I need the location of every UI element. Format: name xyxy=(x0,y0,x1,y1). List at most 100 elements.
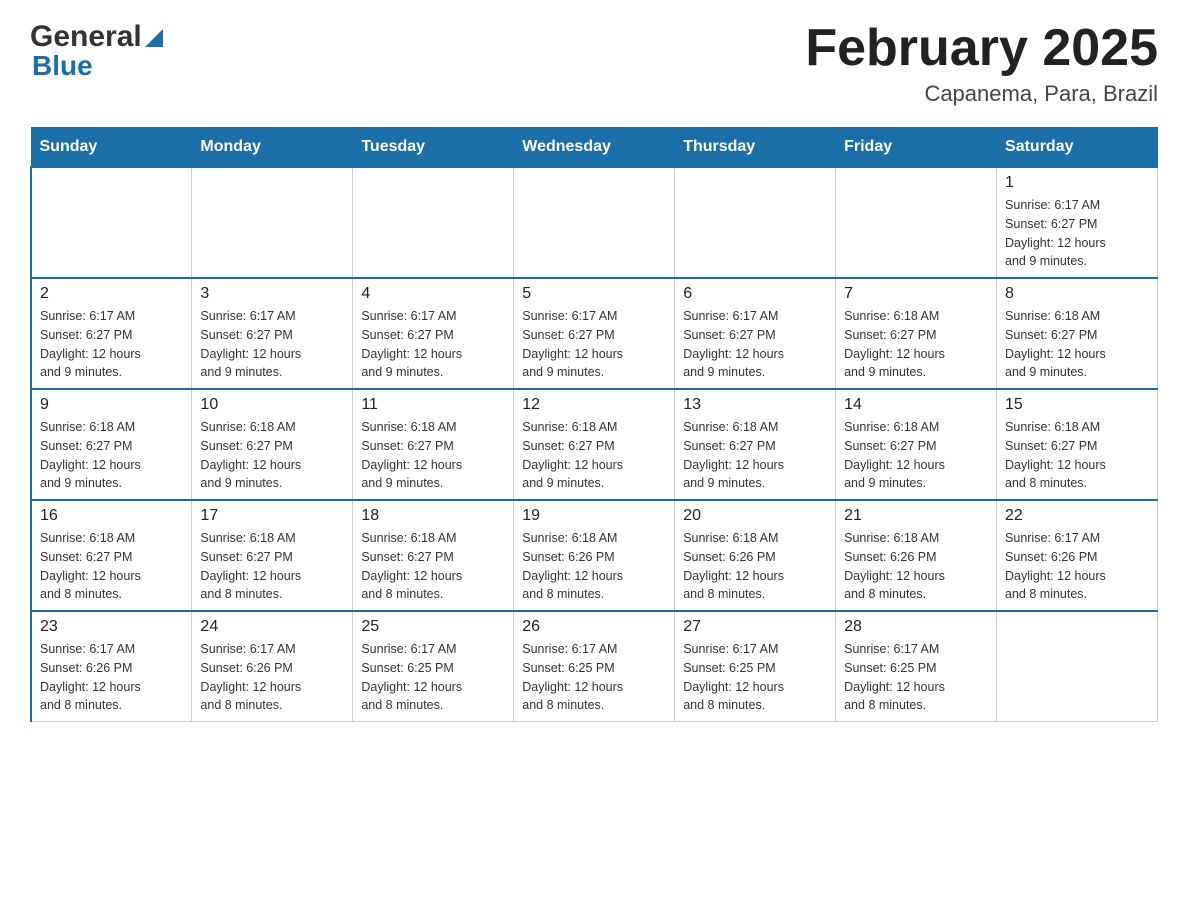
calendar-cell: 10 Sunrise: 6:18 AMSunset: 6:27 PMDayligh… xyxy=(192,389,353,500)
calendar-cell: 17Sunrise: 6:18 AMSunset: 6:27 PMDayligh… xyxy=(192,500,353,611)
calendar-week-row: 9Sunrise: 6:18 AMSunset: 6:27 PMDaylight… xyxy=(31,389,1158,500)
day-info: Sunrise: 6:18 AMSunset: 6:27 PMDaylight:… xyxy=(40,529,183,604)
day-number: 14 xyxy=(844,396,988,414)
page-header: General Blue February 2025 Capanema, Par… xyxy=(30,20,1158,107)
title-section: February 2025 Capanema, Para, Brazil xyxy=(805,20,1158,107)
day-number: 20 xyxy=(683,507,827,525)
calendar-cell xyxy=(31,167,192,278)
col-thursday: Thursday xyxy=(675,128,836,168)
day-info: Sunrise: 6:17 AMSunset: 6:25 PMDaylight:… xyxy=(844,640,988,715)
col-wednesday: Wednesday xyxy=(514,128,675,168)
calendar-cell: 4Sunrise: 6:17 AMSunset: 6:27 PMDaylight… xyxy=(353,278,514,389)
calendar-cell xyxy=(836,167,997,278)
calendar-cell: 7Sunrise: 6:18 AMSunset: 6:27 PMDaylight… xyxy=(836,278,997,389)
day-number: 16 xyxy=(40,507,183,525)
day-info: Sunrise: 6:18 AMSunset: 6:27 PMDaylight:… xyxy=(361,418,505,493)
day-info: Sunrise: 6:18 AMSunset: 6:26 PMDaylight:… xyxy=(522,529,666,604)
day-number: 3 xyxy=(200,285,344,303)
day-info: Sunrise: 6:17 AMSunset: 6:27 PMDaylight:… xyxy=(200,307,344,382)
col-tuesday: Tuesday xyxy=(353,128,514,168)
calendar-cell: 27 Sunrise: 6:17 AMSunset: 6:25 PMDayligh… xyxy=(675,611,836,722)
calendar-cell: 12 Sunrise: 6:18 AMSunset: 6:27 PMDayligh… xyxy=(514,389,675,500)
logo-blue-text: Blue xyxy=(32,50,163,82)
calendar-cell: 15 Sunrise: 6:18 AMSunset: 6:27 PMDayligh… xyxy=(997,389,1158,500)
day-number: 21 xyxy=(844,507,988,525)
day-info: Sunrise: 6:18 AMSunset: 6:26 PMDaylight:… xyxy=(844,529,988,604)
calendar-cell: 28 Sunrise: 6:17 AMSunset: 6:25 PMDayligh… xyxy=(836,611,997,722)
day-number: 12 xyxy=(522,396,666,414)
day-number: 7 xyxy=(844,285,988,303)
calendar-cell: 8 Sunrise: 6:18 AMSunset: 6:27 PMDaylight… xyxy=(997,278,1158,389)
calendar-cell: 1 Sunrise: 6:17 AMSunset: 6:27 PMDaylight… xyxy=(997,167,1158,278)
day-number: 28 xyxy=(844,618,988,636)
calendar-week-row: 1 Sunrise: 6:17 AMSunset: 6:27 PMDaylight… xyxy=(31,167,1158,278)
calendar-cell: 13 Sunrise: 6:18 AMSunset: 6:27 PMDayligh… xyxy=(675,389,836,500)
calendar-cell xyxy=(353,167,514,278)
calendar-cell xyxy=(192,167,353,278)
day-number: 24 xyxy=(200,618,344,636)
day-number: 2 xyxy=(40,285,183,303)
calendar-cell xyxy=(514,167,675,278)
day-info: Sunrise: 6:18 AMSunset: 6:27 PMDaylight:… xyxy=(40,418,183,493)
logo: General Blue xyxy=(30,20,163,82)
day-number: 13 xyxy=(683,396,827,414)
calendar-cell xyxy=(997,611,1158,722)
day-number: 25 xyxy=(361,618,505,636)
day-number: 4 xyxy=(361,285,505,303)
calendar-cell: 11 Sunrise: 6:18 AMSunset: 6:27 PMDayligh… xyxy=(353,389,514,500)
month-year-title: February 2025 xyxy=(805,20,1158,77)
day-info: Sunrise: 6:18 AMSunset: 6:27 PMDaylight:… xyxy=(844,418,988,493)
calendar-week-row: 23 Sunrise: 6:17 AMSunset: 6:26 PMDayligh… xyxy=(31,611,1158,722)
day-number: 23 xyxy=(40,618,183,636)
calendar-cell: 21 Sunrise: 6:18 AMSunset: 6:26 PMDayligh… xyxy=(836,500,997,611)
col-saturday: Saturday xyxy=(997,128,1158,168)
calendar-cell: 6 Sunrise: 6:17 AMSunset: 6:27 PMDaylight… xyxy=(675,278,836,389)
day-number: 15 xyxy=(1005,396,1149,414)
calendar-cell: 23 Sunrise: 6:17 AMSunset: 6:26 PMDayligh… xyxy=(31,611,192,722)
day-info: Sunrise: 6:18 AMSunset: 6:27 PMDaylight:… xyxy=(200,418,344,493)
day-info: Sunrise: 6:18 AMSunset: 6:27 PMDaylight:… xyxy=(522,418,666,493)
day-info: Sunrise: 6:17 AMSunset: 6:25 PMDaylight:… xyxy=(522,640,666,715)
day-info: Sunrise: 6:17 AMSunset: 6:26 PMDaylight:… xyxy=(40,640,183,715)
calendar-cell: 2 Sunrise: 6:17 AMSunset: 6:27 PMDaylight… xyxy=(31,278,192,389)
calendar-cell: 20 Sunrise: 6:18 AMSunset: 6:26 PMDayligh… xyxy=(675,500,836,611)
day-info: Sunrise: 6:18 AMSunset: 6:27 PMDaylight:… xyxy=(200,529,344,604)
day-number: 1 xyxy=(1005,174,1149,192)
calendar-cell: 16 Sunrise: 6:18 AMSunset: 6:27 PMDayligh… xyxy=(31,500,192,611)
day-info: Sunrise: 6:18 AMSunset: 6:27 PMDaylight:… xyxy=(361,529,505,604)
day-info: Sunrise: 6:17 AMSunset: 6:27 PMDaylight:… xyxy=(1005,196,1149,271)
calendar-header-row: Sunday Monday Tuesday Wednesday Thursday… xyxy=(31,128,1158,168)
day-info: Sunrise: 6:17 AMSunset: 6:26 PMDaylight:… xyxy=(200,640,344,715)
calendar-table: Sunday Monday Tuesday Wednesday Thursday… xyxy=(30,127,1158,722)
day-number: 27 xyxy=(683,618,827,636)
day-info: Sunrise: 6:18 AMSunset: 6:27 PMDaylight:… xyxy=(1005,418,1149,493)
calendar-cell: 24 Sunrise: 6:17 AMSunset: 6:26 PMDayligh… xyxy=(192,611,353,722)
day-number: 11 xyxy=(361,396,505,414)
day-number: 8 xyxy=(1005,285,1149,303)
day-info: Sunrise: 6:17 AMSunset: 6:25 PMDaylight:… xyxy=(361,640,505,715)
day-info: Sunrise: 6:17 AMSunset: 6:27 PMDaylight:… xyxy=(522,307,666,382)
calendar-week-row: 2 Sunrise: 6:17 AMSunset: 6:27 PMDaylight… xyxy=(31,278,1158,389)
calendar-cell: 25 Sunrise: 6:17 AMSunset: 6:25 PMDayligh… xyxy=(353,611,514,722)
calendar-cell: 22Sunrise: 6:17 AMSunset: 6:26 PMDayligh… xyxy=(997,500,1158,611)
calendar-cell: 26 Sunrise: 6:17 AMSunset: 6:25 PMDayligh… xyxy=(514,611,675,722)
day-info: Sunrise: 6:18 AMSunset: 6:27 PMDaylight:… xyxy=(683,418,827,493)
day-info: Sunrise: 6:17 AMSunset: 6:25 PMDaylight:… xyxy=(683,640,827,715)
day-number: 10 xyxy=(200,396,344,414)
day-number: 5 xyxy=(522,285,666,303)
calendar-cell: 3 Sunrise: 6:17 AMSunset: 6:27 PMDaylight… xyxy=(192,278,353,389)
calendar-cell: 5 Sunrise: 6:17 AMSunset: 6:27 PMDaylight… xyxy=(514,278,675,389)
day-info: Sunrise: 6:18 AMSunset: 6:27 PMDaylight:… xyxy=(1005,307,1149,382)
day-info: Sunrise: 6:17 AMSunset: 6:27 PMDaylight:… xyxy=(683,307,827,382)
col-monday: Monday xyxy=(192,128,353,168)
location-subtitle: Capanema, Para, Brazil xyxy=(805,81,1158,107)
day-info: Sunrise: 6:17 AMSunset: 6:27 PMDaylight:… xyxy=(40,307,183,382)
day-number: 26 xyxy=(522,618,666,636)
col-friday: Friday xyxy=(836,128,997,168)
day-info: Sunrise: 6:18 AMSunset: 6:26 PMDaylight:… xyxy=(683,529,827,604)
calendar-cell xyxy=(675,167,836,278)
logo-triangle-icon xyxy=(145,25,163,52)
day-number: 18 xyxy=(361,507,505,525)
col-sunday: Sunday xyxy=(31,128,192,168)
day-number: 6 xyxy=(683,285,827,303)
